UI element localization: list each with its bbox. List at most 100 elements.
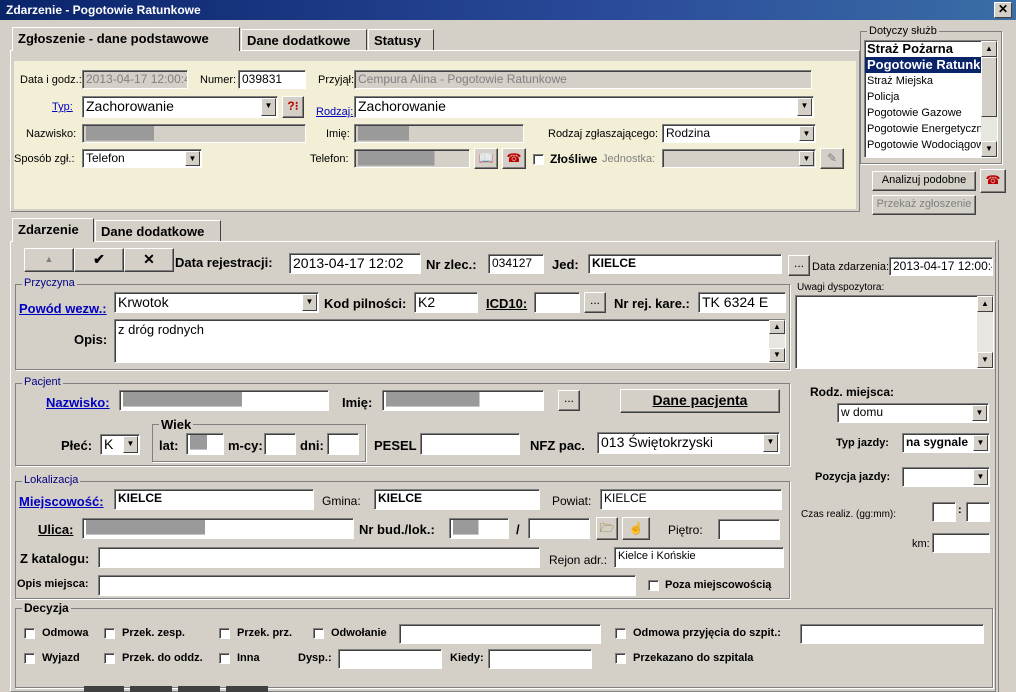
miejscowosc-label[interactable]: Miejscowość: (19, 494, 104, 509)
odwolanie-field[interactable] (399, 624, 601, 644)
nazwisko-field[interactable]: ████████ (82, 124, 306, 143)
miejscowosc-field[interactable]: KIELCE (114, 489, 314, 510)
pacjent-lookup-button[interactable]: ... (558, 390, 580, 411)
data-godz-field[interactable]: 2013-04-17 12:00:46 (82, 70, 188, 89)
uwagi-scrollbar[interactable]: ▲ ▼ (977, 296, 993, 368)
scroll-up-icon[interactable]: ▲ (981, 41, 997, 57)
zlosliwe-checkbox[interactable] (533, 154, 544, 165)
powod-select[interactable]: Krwotok ▼ (114, 292, 319, 313)
dane-pacjenta-button[interactable]: Dane pacjenta (620, 389, 780, 413)
typ-select[interactable]: Zachorowanie ▼ (82, 96, 278, 118)
imie-field[interactable]: ██████ (354, 124, 524, 143)
bottom-button-2[interactable] (130, 686, 172, 692)
pacjent-nazwisko-label[interactable]: Nazwisko: (46, 395, 110, 410)
przyjal-field[interactable]: Cempura Alina - Pogotowie Ratunkowe (354, 70, 812, 89)
tab-statusy[interactable]: Statusy (368, 29, 434, 51)
odmowa-szpit-field[interactable] (800, 624, 984, 644)
tab-dane-dodatkowe[interactable]: Dane dodatkowe (95, 220, 221, 242)
chevron-down-icon[interactable]: ▼ (799, 126, 814, 141)
czas-mm-field[interactable] (966, 502, 990, 522)
tab-dane-dodatkowe-top[interactable]: Dane dodatkowe (241, 29, 367, 51)
km-field[interactable] (932, 533, 990, 553)
poza-checkbox[interactable] (648, 580, 659, 591)
dotyczy-item[interactable]: Pogotowie Ratunkowe (865, 57, 997, 73)
pacjent-imie-field[interactable]: ███████████ (382, 390, 544, 411)
cancel-icon[interactable]: ✕ (124, 248, 174, 272)
numer-field[interactable]: 039831 (238, 70, 306, 89)
typ-jazdy-select[interactable]: na sygnale ▼ (902, 433, 990, 453)
chevron-down-icon[interactable]: ▼ (302, 294, 317, 311)
phone-alert-icon[interactable]: ☎ (980, 169, 1006, 193)
opis-scrollbar[interactable]: ▲ ▼ (769, 320, 785, 362)
phone-icon[interactable]: ☎ (502, 148, 526, 169)
dotyczy-item[interactable]: Straż Miejska (865, 73, 997, 89)
jed-lookup-button[interactable]: ... (788, 255, 810, 276)
icd-lookup-button[interactable]: ... (584, 292, 606, 313)
rodzaj-select[interactable]: Zachorowanie ▼ (354, 96, 814, 118)
data-zdarz-field[interactable]: 2013-04-17 12:00:45 (889, 257, 993, 276)
przek-prz-checkbox[interactable] (219, 628, 230, 639)
rodzaj-label[interactable]: Rodzaj: (316, 106, 353, 118)
powiat-field[interactable]: KIELCE (600, 489, 782, 510)
przek-oddz-checkbox[interactable] (104, 653, 115, 664)
bottom-button-3[interactable] (178, 686, 220, 692)
telefon-field[interactable]: █████████ (354, 149, 470, 168)
window-scrollbar[interactable] (998, 240, 1014, 692)
pesel-field[interactable] (420, 433, 520, 455)
nrbud-field[interactable]: ███ (449, 518, 509, 539)
dotyczy-item[interactable]: Pogotowie Gazowe (865, 105, 997, 121)
folder-icon[interactable]: 🗁 (596, 517, 618, 540)
chevron-down-icon[interactable]: ▼ (261, 98, 276, 116)
plec-select[interactable]: K ▼ (100, 434, 140, 455)
chevron-down-icon[interactable]: ▼ (185, 151, 200, 166)
pacjent-nazwisko-field[interactable]: ██████████████ (119, 390, 329, 411)
close-button[interactable]: ✕ (994, 2, 1012, 18)
sposob-select[interactable]: Telefon ▼ (82, 149, 202, 168)
arrow-up-button[interactable]: ▲ (24, 248, 74, 272)
przek-zesp-checkbox[interactable] (104, 628, 115, 639)
nr-rej-field[interactable]: TK 6324 E (698, 292, 786, 313)
dotyczy-item[interactable]: Pogotowie Energetyczne (865, 121, 997, 137)
scroll-down-icon[interactable]: ▼ (977, 352, 993, 368)
pietro-field[interactable] (718, 519, 780, 540)
chevron-down-icon[interactable]: ▼ (972, 405, 987, 421)
dotyczy-scrollbar[interactable]: ▲ ▼ (981, 41, 997, 157)
opis-miejsca-field[interactable] (98, 575, 636, 596)
rejon-field[interactable]: Kielce i Końskie (614, 547, 784, 568)
przekazano-checkbox[interactable] (615, 653, 626, 664)
scroll-thumb[interactable] (981, 57, 997, 117)
chevron-down-icon[interactable]: ▼ (763, 434, 778, 452)
lat-field[interactable]: ██ (186, 433, 224, 455)
typ-label[interactable]: Typ: (52, 101, 73, 113)
chevron-down-icon[interactable]: ▼ (797, 98, 812, 116)
nfz-select[interactable]: 013 Świętokrzyski ▼ (597, 432, 780, 454)
dotyczy-item[interactable]: Policja (865, 89, 997, 105)
inna-checkbox[interactable] (219, 653, 230, 664)
icd-label[interactable]: ICD10: (486, 296, 527, 311)
odwolanie-checkbox[interactable] (313, 628, 324, 639)
tool-icon[interactable]: ✎ (820, 148, 844, 169)
mcy-field[interactable] (264, 433, 296, 455)
data-rej-field[interactable]: 2013-04-17 12:02 (289, 253, 421, 274)
opis-textarea[interactable]: z dróg rodnych ▲ ▼ (114, 319, 786, 363)
kiedy-field[interactable] (488, 649, 592, 669)
confirm-icon[interactable]: ✔ (74, 248, 124, 272)
odmowa-szpit-checkbox[interactable] (615, 628, 626, 639)
chevron-down-icon[interactable]: ▼ (799, 151, 814, 166)
przekaz-button[interactable]: Przekaż zgłoszenie (872, 195, 976, 215)
katalog-field[interactable] (98, 547, 540, 568)
chevron-down-icon[interactable]: ▼ (123, 436, 138, 453)
nrlok-field[interactable] (528, 518, 590, 539)
uwagi-textarea[interactable]: ▲ ▼ (795, 295, 994, 369)
hand-icon[interactable]: ☝ (622, 517, 650, 540)
book-icon[interactable]: 📖 (474, 148, 498, 169)
dotyczy-item[interactable]: Straż Pożarna (865, 41, 997, 57)
powod-label[interactable]: Powód wezw.: (19, 301, 107, 316)
ulica-field[interactable]: ██████████████ (82, 518, 354, 539)
ulica-label[interactable]: Ulica: (38, 522, 73, 537)
wyjazd-checkbox[interactable] (24, 653, 35, 664)
jednostka-select[interactable]: ▼ (662, 149, 816, 168)
tab-zgloszenie[interactable]: Zgłoszenie - dane podstawowe (12, 27, 240, 51)
chevron-down-icon[interactable]: ▼ (973, 435, 988, 451)
jed-field[interactable]: KIELCE (588, 254, 782, 274)
